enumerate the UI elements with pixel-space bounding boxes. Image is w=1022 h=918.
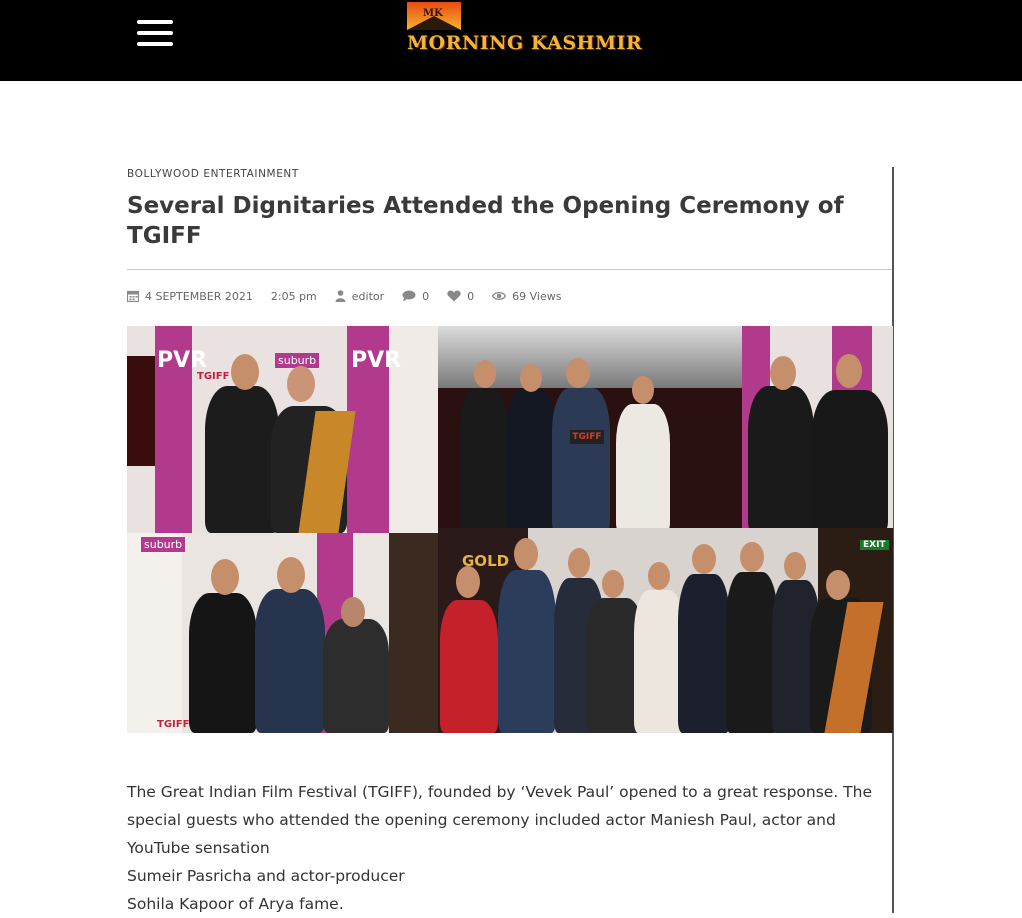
backdrop-text: TGIFF	[197, 371, 230, 382]
time-text: 2:05 pm	[270, 289, 317, 303]
title-divider	[127, 269, 893, 270]
photo-panel-bottom-left: suburb TGIFF	[127, 533, 438, 733]
backdrop-text: EXIT	[860, 540, 889, 550]
photo-panel-top-right	[742, 326, 893, 533]
backdrop-text: TGIFF	[157, 719, 190, 730]
backdrop-text: PVR	[351, 348, 402, 373]
comment-count: 0	[422, 289, 430, 303]
site-logo[interactable]: MK MORNING KASHMIR	[407, 2, 642, 62]
body-paragraph-line: Sohila Kapoor of Arya fame.	[127, 895, 344, 913]
backdrop-text: suburb	[141, 537, 186, 552]
like-count: 0	[467, 289, 475, 303]
logo-brand-text: MORNING KASHMIR	[407, 32, 643, 54]
meta-author[interactable]: editor	[335, 290, 384, 303]
meta-views: 69 Views	[492, 290, 561, 303]
body-paragraph-line: special guests who attended the opening …	[127, 811, 836, 829]
photo-panel-bottom-right: GOLD EXIT	[438, 528, 893, 733]
body-paragraph-line: The Great Indian Film Festival (TGIFF), …	[127, 783, 873, 801]
heart-icon	[447, 290, 461, 302]
date-text: 4 SEPTEMBER 2021	[145, 289, 253, 303]
body-paragraph-line: YouTube sensation	[127, 839, 270, 857]
comment-icon	[402, 290, 416, 302]
logo-mark: MK	[407, 2, 461, 30]
top-bar: MK MORNING KASHMIR	[0, 0, 1022, 81]
author-link[interactable]: editor	[352, 290, 384, 303]
meta-time: 2:05 pm	[271, 290, 317, 303]
photo-panel-top-left: PVR suburb TGIFF PVR	[127, 326, 438, 533]
article-meta: 4 SEPTEMBER 2021 2:05 pm editor 0 0 69 V…	[127, 289, 579, 303]
meta-date: 4 SEPTEMBER 2021	[127, 290, 253, 303]
user-icon	[335, 290, 346, 302]
backdrop-text: PVR	[157, 348, 208, 373]
article-body: The Great Indian Film Festival (TGIFF), …	[127, 778, 897, 918]
calendar-icon	[127, 290, 139, 302]
photo-panel-top-middle: TGIFF	[438, 326, 742, 533]
view-count: 69 Views	[512, 289, 562, 303]
meta-comments[interactable]: 0	[402, 290, 429, 303]
article-title: Several Dignitaries Attended the Opening…	[127, 193, 844, 249]
meta-likes[interactable]: 0	[447, 290, 474, 303]
menu-icon[interactable]	[137, 20, 173, 46]
category-link[interactable]: BOLLYWOOD ENTERTAINMENT	[127, 168, 299, 180]
article-featured-image: PVR suburb TGIFF PVR TGIFF suburb TGIFF …	[127, 326, 893, 733]
logo-mark-text: MK	[423, 8, 443, 19]
eye-icon	[492, 291, 507, 301]
body-paragraph-line: Sumeir Pasricha and actor-producer	[127, 867, 405, 885]
